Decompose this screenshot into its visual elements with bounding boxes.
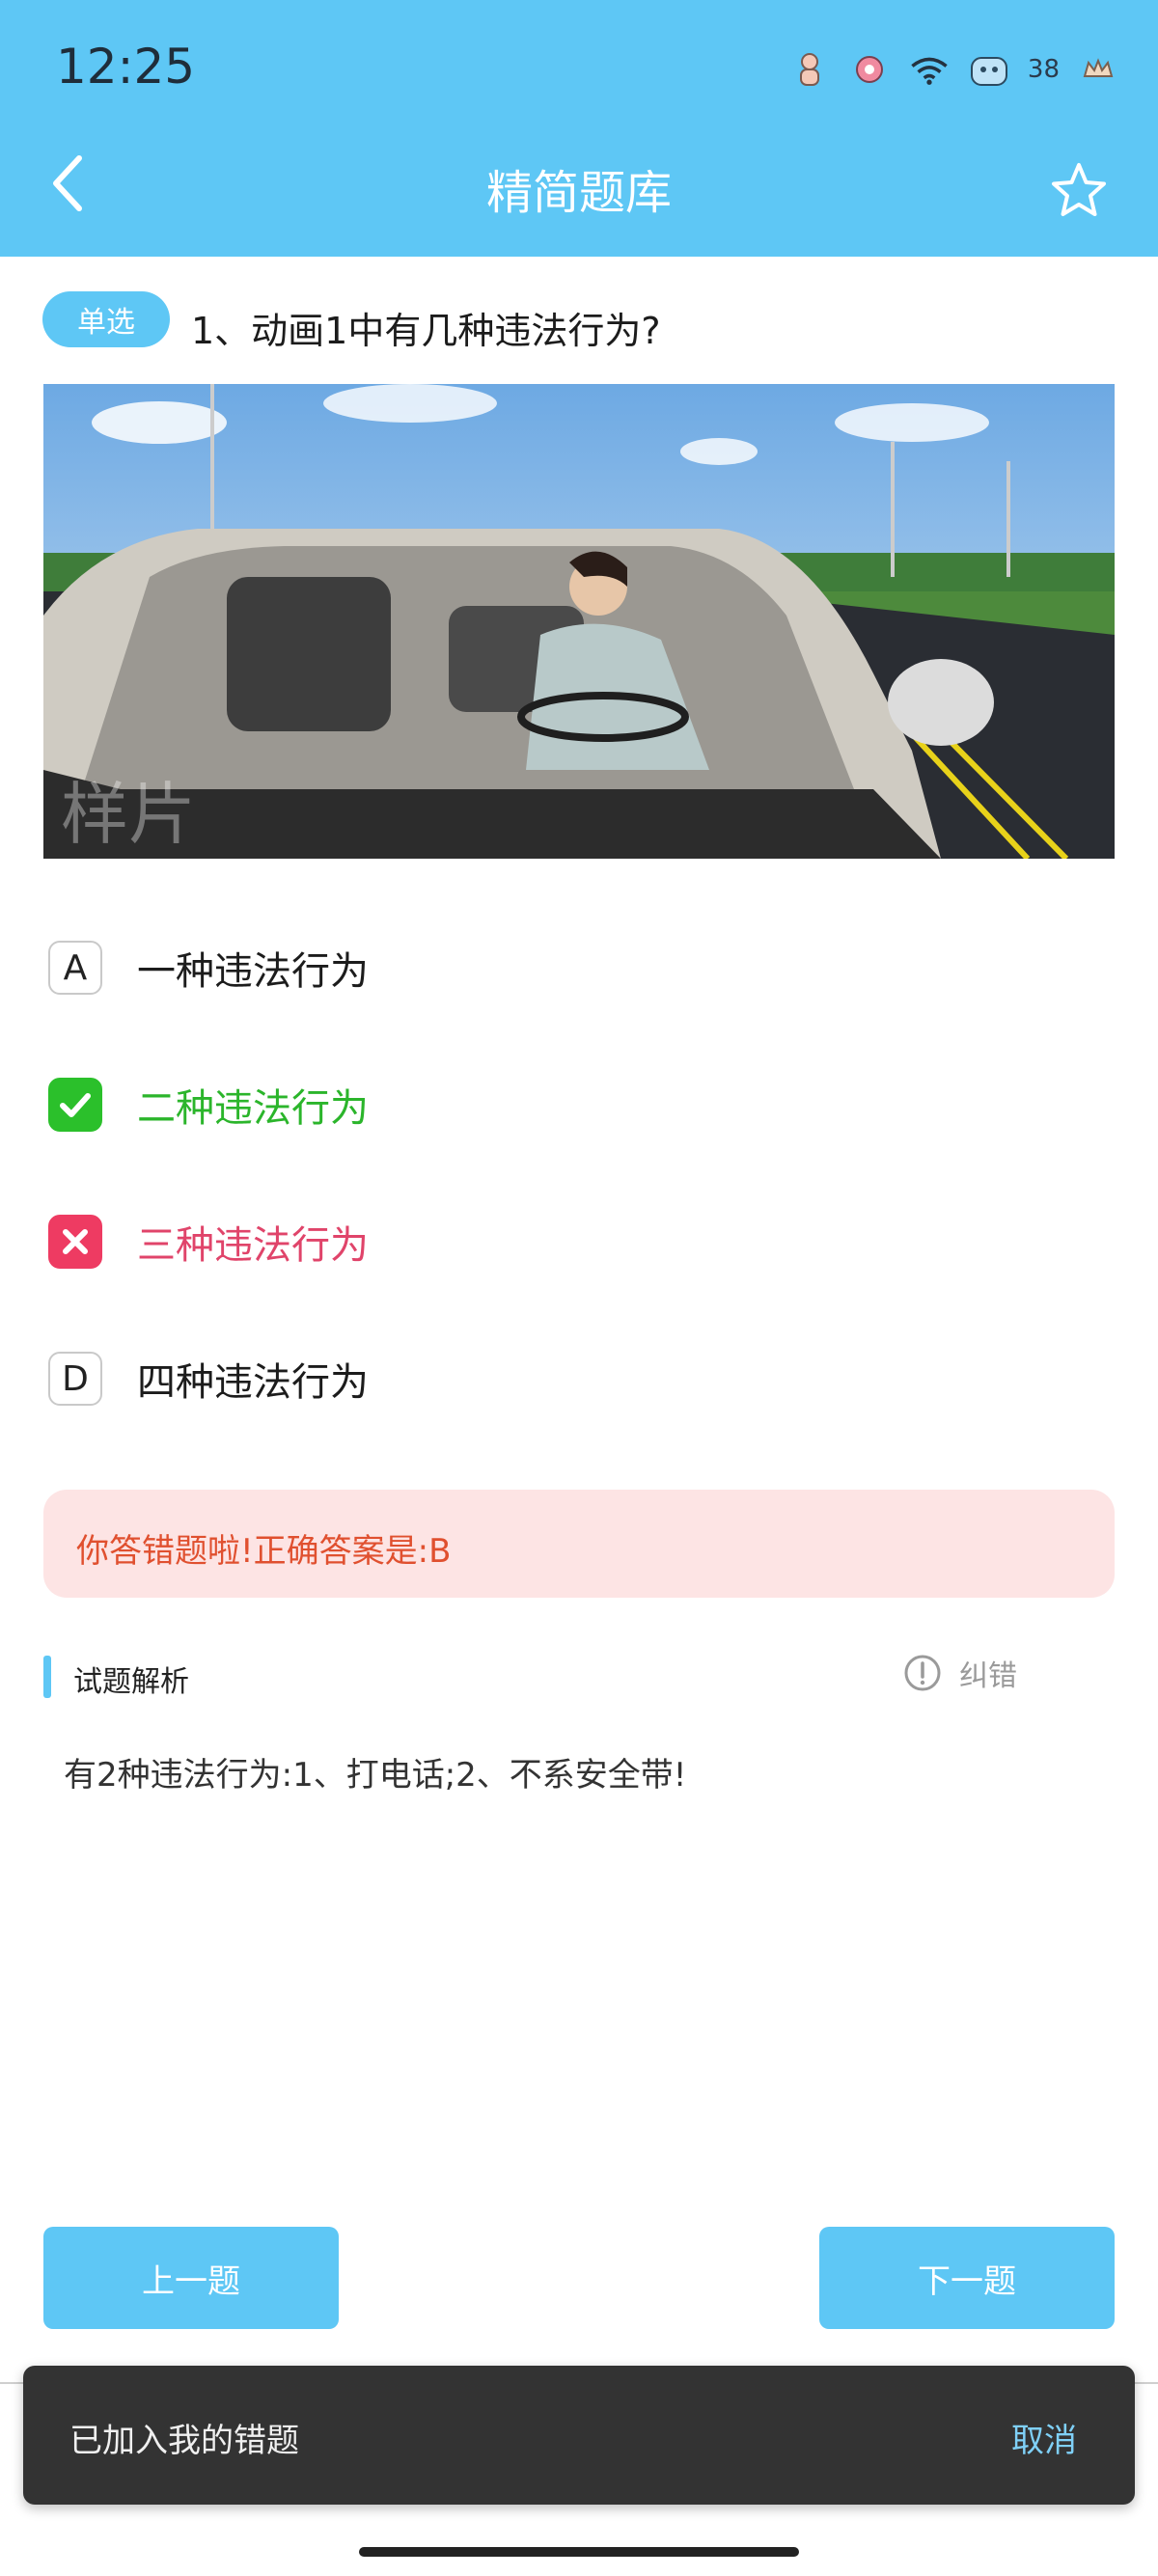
notification-icon-3 bbox=[968, 48, 1010, 91]
analysis-title: 试题解析 bbox=[73, 1665, 189, 1699]
option-a-text: 一种违法行为 bbox=[137, 949, 369, 994]
wifi-icon bbox=[908, 48, 951, 91]
app-header: 12:25 38 精简题库 bbox=[0, 0, 1158, 257]
battery-level: 38 bbox=[1027, 55, 1060, 84]
question-text: 1、动画1中有几种违法行为? bbox=[191, 310, 661, 352]
analysis-content: 有2种违法行为:1、打电话;2、不系安全带! bbox=[64, 1756, 687, 1795]
notification-icon-2 bbox=[848, 48, 891, 91]
question-image: 样片 bbox=[43, 384, 1115, 859]
snackbar: 已加入我的错题 取消 bbox=[23, 2366, 1135, 2505]
answer-result-box: 你答错题啦!正确答案是:B bbox=[43, 1490, 1115, 1598]
status-time: 12:25 bbox=[56, 39, 196, 95]
question-type-badge: 单选 bbox=[42, 291, 170, 347]
home-indicator[interactable] bbox=[359, 2547, 799, 2557]
next-question-button[interactable]: 下一题 bbox=[819, 2227, 1115, 2329]
section-accent-bar bbox=[43, 1656, 51, 1698]
answer-result-text: 你答错题啦!正确答案是:B bbox=[76, 1532, 452, 1571]
cross-icon bbox=[48, 1215, 102, 1269]
previous-question-button[interactable]: 上一题 bbox=[43, 2227, 339, 2329]
option-c-text: 三种违法行为 bbox=[137, 1223, 369, 1268]
option-d[interactable]: D 四种违法行为 bbox=[48, 1345, 917, 1412]
favorite-button[interactable] bbox=[1038, 151, 1119, 232]
info-icon bbox=[904, 1655, 941, 1691]
report-error-button[interactable]: 纠错 bbox=[903, 1652, 1017, 1694]
option-c[interactable]: 三种违法行为 bbox=[48, 1208, 917, 1275]
option-d-letter: D bbox=[48, 1352, 102, 1406]
notification-icon-1 bbox=[788, 48, 831, 91]
status-icons: 38 bbox=[788, 44, 1119, 95]
check-icon bbox=[48, 1078, 102, 1132]
option-b[interactable]: 二种违法行为 bbox=[48, 1071, 917, 1138]
star-icon bbox=[1052, 163, 1106, 216]
page-title: 精简题库 bbox=[485, 166, 672, 220]
option-a[interactable]: A 一种违法行为 bbox=[48, 934, 917, 1001]
image-watermark: 样片 bbox=[61, 775, 196, 854]
option-b-text: 二种违法行为 bbox=[137, 1086, 369, 1131]
snackbar-cancel-button[interactable]: 取消 bbox=[1011, 2414, 1077, 2461]
option-a-letter: A bbox=[48, 941, 102, 995]
report-error-label: 纠错 bbox=[959, 1659, 1017, 1693]
snackbar-message: 已加入我的错题 bbox=[69, 2422, 299, 2460]
option-d-text: 四种违法行为 bbox=[137, 1360, 369, 1405]
battery-icon bbox=[1077, 48, 1119, 91]
